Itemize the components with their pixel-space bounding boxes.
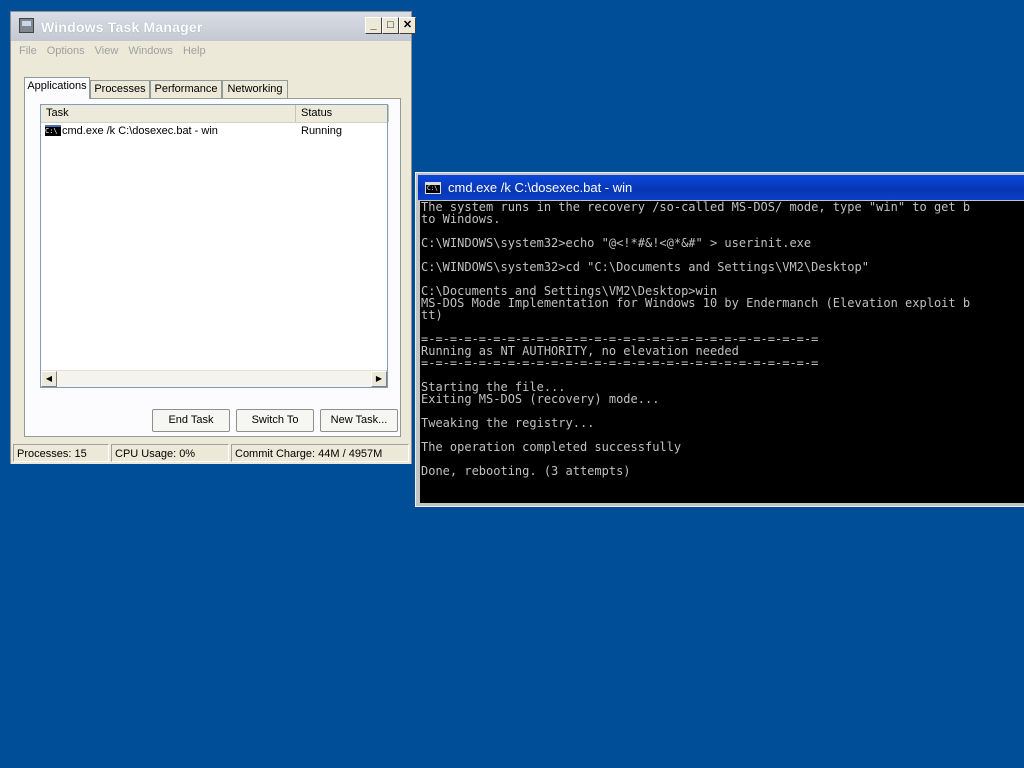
menu-options[interactable]: Options bbox=[42, 42, 90, 60]
console-line: tt) bbox=[421, 308, 443, 322]
menu-file[interactable]: File bbox=[11, 42, 42, 60]
tab-applications[interactable]: Applications bbox=[24, 77, 90, 99]
command-prompt-window[interactable]: C:\ cmd.exe /k C:\dosexec.bat - win The … bbox=[415, 172, 1024, 507]
console-line: MS-DOS Mode Implementation for Windows 1… bbox=[421, 296, 971, 310]
horizontal-scrollbar[interactable]: ◀ ▶ bbox=[41, 370, 387, 387]
task-list-header: Task Status bbox=[41, 105, 389, 123]
console-line: The operation completed successfully bbox=[421, 440, 682, 454]
close-icon[interactable]: ✕ bbox=[399, 17, 416, 34]
task-status: Running bbox=[301, 125, 342, 137]
cpu-usage: CPU Usage: 0% bbox=[111, 444, 229, 462]
menu-view[interactable]: View bbox=[90, 42, 124, 60]
console-icon[interactable]: C:\ bbox=[425, 182, 441, 194]
scroll-left-icon[interactable]: ◀ bbox=[41, 371, 57, 387]
switch-to-button[interactable]: Switch To bbox=[236, 409, 314, 432]
console-line: =-=-=-=-=-=-=-=-=-=-=-=-=-=-=-=-=-=-=-=-… bbox=[421, 356, 819, 370]
command-prompt-titlebar[interactable]: C:\ cmd.exe /k C:\dosexec.bat - win bbox=[418, 175, 1024, 200]
processes-count: Processes: 15 bbox=[13, 444, 109, 462]
table-row[interactable]: C:\ cmd.exe /k C:\dosexec.bat - win Runn… bbox=[41, 123, 387, 139]
window-title: cmd.exe /k C:\dosexec.bat - win bbox=[448, 180, 633, 195]
console-output[interactable]: The system runs in the recovery /so-call… bbox=[420, 201, 1024, 503]
end-task-button[interactable]: End Task bbox=[152, 409, 230, 432]
minimize-icon[interactable]: _ bbox=[365, 17, 382, 34]
console-icon: C:\ bbox=[45, 125, 61, 136]
task-list[interactable]: Task Status C:\ cmd.exe /k C:\dosexec.ba… bbox=[40, 104, 389, 388]
task-manager-app-icon[interactable] bbox=[19, 18, 34, 33]
window-title: Windows Task Manager bbox=[41, 19, 203, 35]
console-line: Tweaking the registry... bbox=[421, 416, 595, 430]
column-status[interactable]: Status bbox=[296, 105, 389, 122]
applications-panel: Task Status C:\ cmd.exe /k C:\dosexec.ba… bbox=[24, 98, 401, 437]
task-manager-titlebar[interactable]: Windows Task Manager _ □ ✕ bbox=[11, 12, 416, 41]
status-bar: Processes: 15 CPU Usage: 0% Commit Charg… bbox=[11, 442, 411, 464]
menu-bar: File Options View Windows Help bbox=[11, 42, 411, 60]
console-line: C:\WINDOWS\system32>cd "C:\Documents and… bbox=[421, 260, 869, 274]
console-line: Done, rebooting. (3 attempts) bbox=[421, 464, 631, 478]
tab-performance[interactable]: Performance bbox=[150, 80, 222, 98]
console-line: C:\WINDOWS\system32>echo "@<!*#&!<@*&#" … bbox=[421, 236, 812, 250]
maximize-icon[interactable]: □ bbox=[382, 17, 399, 34]
new-task-button[interactable]: New Task... bbox=[320, 409, 398, 432]
tab-processes[interactable]: Processes bbox=[90, 80, 150, 98]
task-manager-window[interactable]: Windows Task Manager _ □ ✕ File Options Vi… bbox=[10, 11, 416, 464]
scroll-right-icon[interactable]: ▶ bbox=[371, 371, 387, 387]
console-line: Exiting MS-DOS (recovery) mode... bbox=[421, 392, 660, 406]
column-task[interactable]: Task bbox=[41, 105, 296, 122]
console-line: to Windows. bbox=[421, 212, 501, 226]
tab-networking[interactable]: Networking bbox=[222, 80, 288, 98]
menu-help[interactable]: Help bbox=[178, 42, 211, 60]
commit-charge: Commit Charge: 44M / 4957M bbox=[231, 444, 409, 462]
task-name: cmd.exe /k C:\dosexec.bat - win bbox=[62, 125, 218, 137]
menu-windows[interactable]: Windows bbox=[123, 42, 178, 60]
console-line: The system runs in the recovery /so-call… bbox=[421, 201, 971, 214]
